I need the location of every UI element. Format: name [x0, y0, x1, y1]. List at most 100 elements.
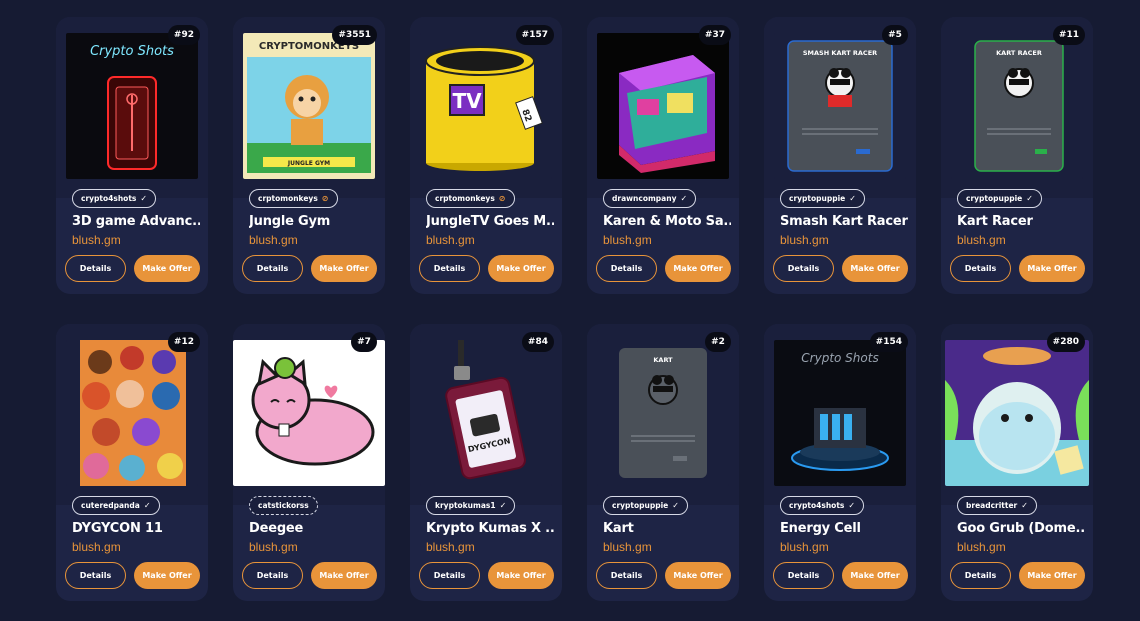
nft-title[interactable]: Karen & Moto Sa... — [603, 214, 731, 229]
nft-image[interactable]: Crypto Shots — [774, 340, 906, 486]
details-button[interactable]: Details — [242, 562, 303, 589]
creator-tag[interactable]: cryptopuppie ✓ — [603, 496, 688, 515]
nft-title[interactable]: 3D game Advanc... — [72, 214, 200, 229]
nft-image[interactable] — [233, 340, 385, 486]
nft-title[interactable]: Goo Grub (Dome... — [957, 521, 1085, 536]
nft-card[interactable]: #5 SMASH KART RACER cryptopuppie ✓ Smash … — [764, 17, 916, 294]
details-button[interactable]: Details — [950, 562, 1011, 589]
creator-name: crptomonkeys — [435, 194, 495, 203]
nft-title[interactable]: Kart — [603, 521, 731, 536]
details-button[interactable]: Details — [65, 255, 126, 282]
make-offer-button[interactable]: Make Offer — [488, 255, 554, 282]
creator-name: drawncompany — [612, 194, 677, 203]
nft-image[interactable]: Crypto Shots — [66, 33, 198, 179]
nft-card[interactable]: #280 breadcritter ✓ Goo Grub (Dome... blu… — [941, 324, 1093, 601]
edition-count-badge: #12 — [167, 332, 200, 352]
owner-name[interactable]: blush.gm — [249, 540, 298, 554]
edition-count-badge: #84 — [521, 332, 554, 352]
nft-image[interactable] — [597, 33, 729, 179]
owner-name[interactable]: blush.gm — [780, 540, 829, 554]
nft-title[interactable]: Krypto Kumas X ... — [426, 521, 554, 536]
creator-name: kryptokumas1 — [435, 501, 496, 510]
edition-count-badge: #3551 — [332, 25, 377, 45]
details-button[interactable]: Details — [419, 562, 480, 589]
creator-tag[interactable]: cryptopuppie ✓ — [957, 189, 1042, 208]
creator-tag[interactable]: crypto4shots ✓ — [72, 189, 157, 208]
creator-tag[interactable]: breadcritter ✓ — [957, 496, 1037, 515]
details-button[interactable]: Details — [65, 562, 126, 589]
creator-tag[interactable]: cuteredpanda ✓ — [72, 496, 160, 515]
make-offer-button[interactable]: Make Offer — [311, 562, 377, 589]
details-button[interactable]: Details — [596, 562, 657, 589]
nft-title[interactable]: Deegee — [249, 521, 377, 536]
nft-title[interactable]: DYGYCON 11 — [72, 521, 200, 536]
edition-count-badge: #2 — [705, 332, 731, 352]
art-text: KART RACER — [996, 49, 1042, 57]
nft-card[interactable]: #37 drawncompany ✓ Karen & Moto Sa... blu… — [587, 17, 739, 294]
nft-image[interactable]: KART — [597, 340, 729, 486]
make-offer-button[interactable]: Make Offer — [665, 562, 731, 589]
make-offer-button[interactable]: Make Offer — [134, 562, 200, 589]
make-offer-button[interactable]: Make Offer — [134, 255, 200, 282]
owner-name[interactable]: blush.gm — [780, 233, 829, 247]
make-offer-button[interactable]: Make Offer — [842, 562, 908, 589]
nft-image[interactable]: DYGYCON — [420, 340, 552, 486]
verified-check-icon: ✓ — [1026, 194, 1033, 203]
art-text: TV — [452, 89, 482, 113]
nft-title[interactable]: Energy Cell — [780, 521, 908, 536]
owner-name[interactable]: blush.gm — [603, 233, 652, 247]
owner-name[interactable]: blush.gm — [426, 233, 475, 247]
nft-title[interactable]: Smash Kart Racer — [780, 214, 908, 229]
owner-name[interactable]: blush.gm — [72, 540, 121, 554]
creator-tag[interactable]: crptomonkeys ⊘ — [249, 189, 338, 208]
creator-tag[interactable]: kryptokumas1 ✓ — [426, 496, 516, 515]
nft-card[interactable]: #154 Crypto Shots crypto4shots ✓ Energy C… — [764, 324, 916, 601]
nft-grid: #92 Crypto Shots crypto4shots ✓ 3D game A… — [56, 17, 1096, 601]
make-offer-button[interactable]: Make Offer — [665, 255, 731, 282]
nft-image[interactable] — [945, 340, 1089, 486]
details-button[interactable]: Details — [773, 255, 834, 282]
make-offer-button[interactable]: Make Offer — [842, 255, 908, 282]
make-offer-button[interactable]: Make Offer — [488, 562, 554, 589]
details-button[interactable]: Details — [596, 255, 657, 282]
details-button[interactable]: Details — [773, 562, 834, 589]
owner-name[interactable]: blush.gm — [957, 540, 1006, 554]
owner-name[interactable]: blush.gm — [426, 540, 475, 554]
make-offer-button[interactable]: Make Offer — [1019, 255, 1085, 282]
owner-name[interactable]: blush.gm — [249, 233, 298, 247]
nft-card[interactable]: #157 TV 82 crptomonkeys ⊘ JungleTV Goes M… — [410, 17, 562, 294]
details-button[interactable]: Details — [950, 255, 1011, 282]
owner-name[interactable]: blush.gm — [72, 233, 121, 247]
nft-image[interactable]: SMASH KART RACER — [774, 33, 906, 179]
verified-check-icon: ✓ — [672, 501, 679, 510]
owner-name[interactable]: blush.gm — [957, 233, 1006, 247]
make-offer-button[interactable]: Make Offer — [311, 255, 377, 282]
creator-tag[interactable]: crypto4shots ✓ — [780, 496, 865, 515]
nft-card[interactable]: #3551 CRYPTOMONKEYS JUNGLE GYM crptomonk… — [233, 17, 385, 294]
nft-card[interactable]: #12 cuteredpanda ✓ DYGYCON 11 blush.gm De… — [56, 324, 208, 601]
verified-check-icon: ✓ — [499, 501, 507, 510]
creator-name: breadcritter — [966, 501, 1018, 510]
nft-image[interactable]: CRYPTOMONKEYS JUNGLE GYM — [243, 33, 375, 179]
nft-card[interactable]: #84 DYGYCON kryptokumas1 ✓ Krypto Kumas X… — [410, 324, 562, 601]
owner-name[interactable]: blush.gm — [603, 540, 652, 554]
nft-card[interactable]: #92 Crypto Shots crypto4shots ✓ 3D game A… — [56, 17, 208, 294]
creator-tag[interactable]: cryptopuppie ✓ — [780, 189, 865, 208]
details-button[interactable]: Details — [419, 255, 480, 282]
nft-card[interactable]: #2 KART cryptopuppie ✓ Kart blush.gm Deta… — [587, 324, 739, 601]
nft-image[interactable] — [66, 340, 198, 486]
details-button[interactable]: Details — [242, 255, 303, 282]
nft-title[interactable]: Jungle Gym — [249, 214, 377, 229]
creator-name: crypto4shots — [81, 194, 137, 203]
nft-title[interactable]: Kart Racer — [957, 214, 1085, 229]
creator-tag[interactable]: catstickorss — [249, 496, 318, 515]
nft-image[interactable]: TV 82 — [420, 33, 552, 179]
nft-image[interactable]: KART RACER — [951, 33, 1083, 179]
nft-card[interactable]: #11 KART RACER cryptopuppie ✓ Kart Racer … — [941, 17, 1093, 294]
verified-check-icon: ✓ — [848, 501, 856, 510]
creator-tag[interactable]: crptomonkeys ⊘ — [426, 189, 515, 208]
make-offer-button[interactable]: Make Offer — [1019, 562, 1085, 589]
creator-tag[interactable]: drawncompany ✓ — [603, 189, 697, 208]
nft-title[interactable]: JungleTV Goes M... — [426, 214, 554, 229]
nft-card[interactable]: #7 catstickorss Deegee blush.gm Details … — [233, 324, 385, 601]
